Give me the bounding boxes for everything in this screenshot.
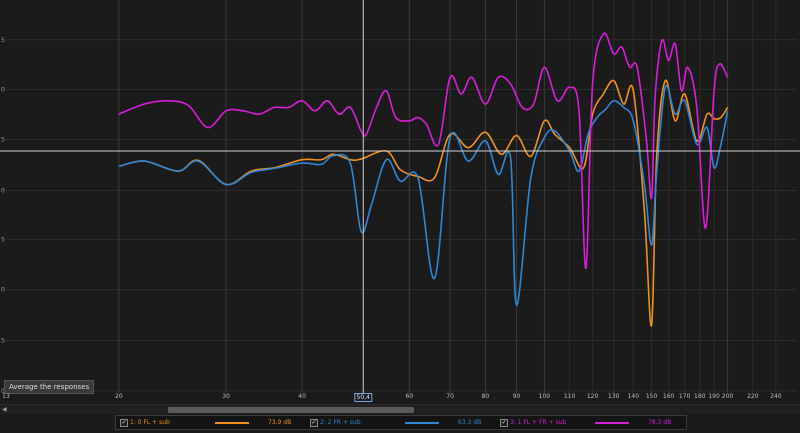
horizontal-scrollbar[interactable]: ◀ (0, 404, 800, 414)
x-axis-labels: 13 20 30 40 50,4 60 70 80 90 100 110 120 130 140 150 16… (0, 393, 800, 404)
scroll-thumb[interactable] (168, 407, 414, 413)
legend-value: 78,3 dB (648, 419, 672, 426)
x-tick-label: 140 (627, 393, 640, 400)
y-tick-label: 5 (1, 338, 5, 345)
legend-name: 2: 2 FR + sub (320, 419, 361, 426)
x-tick-label: 110 (563, 393, 576, 400)
frequency-response-plot[interactable]: 505050505 (0, 0, 800, 393)
x-tick-label: 13 (2, 393, 10, 400)
legend-swatch (595, 422, 629, 424)
legend-value: 63,3 dB (458, 419, 482, 426)
x-tick-label: 70 (446, 393, 454, 400)
x-tick-label: 130 (608, 393, 620, 400)
x-tick-label: 170 (678, 393, 691, 400)
y-tick-label: 0 (1, 287, 5, 294)
legend-checkbox[interactable]: ✓ (310, 419, 318, 427)
y-tick-label: 0 (1, 188, 5, 195)
legend-name: 3: 1 FL + FR + sub (510, 419, 567, 426)
y-tick-label: 5 (1, 37, 5, 44)
x-tick-label: 160 (662, 393, 675, 400)
tooltip: Average the responses (4, 380, 95, 394)
x-tick-label: 50,4 (354, 393, 372, 402)
legend-swatch (405, 422, 439, 424)
scroll-left-arrow-icon[interactable]: ◀ (2, 406, 7, 413)
x-tick-label: 40 (298, 393, 306, 400)
legend-checkbox[interactable]: ✓ (500, 419, 508, 427)
y-tick-label: 0 (1, 86, 5, 93)
legend-value: 73,9 dB (268, 419, 292, 426)
legend-swatch (215, 422, 249, 424)
x-tick-label: 200 (721, 393, 734, 400)
x-tick-label: 90 (512, 393, 521, 400)
legend-checkbox[interactable]: ✓ (120, 419, 128, 427)
x-tick-label: 100 (538, 393, 551, 400)
x-tick-label: 20 (115, 393, 123, 400)
x-tick-label: 190 (708, 393, 720, 400)
x-tick-label: 220 (747, 393, 759, 400)
legend: ✓ 1: 0 FL + sub 73,9 dB ✓ 2: 2 FR + sub 63,3 … (115, 415, 687, 430)
x-tick-label: 30 (222, 393, 230, 400)
y-tick-label: 5 (1, 236, 5, 243)
x-tick-label: 240 (770, 393, 782, 400)
y-tick-label: 5 (1, 137, 5, 144)
x-tick-label: 60 (405, 393, 414, 400)
x-tick-label: 120 (586, 393, 599, 400)
x-tick-label: 150 (645, 393, 658, 400)
plot-background (0, 0, 800, 393)
x-tick-label: 180 (694, 393, 706, 400)
legend-name: 1: 0 FL + sub (130, 419, 170, 426)
x-tick-label: 80 (481, 393, 490, 400)
